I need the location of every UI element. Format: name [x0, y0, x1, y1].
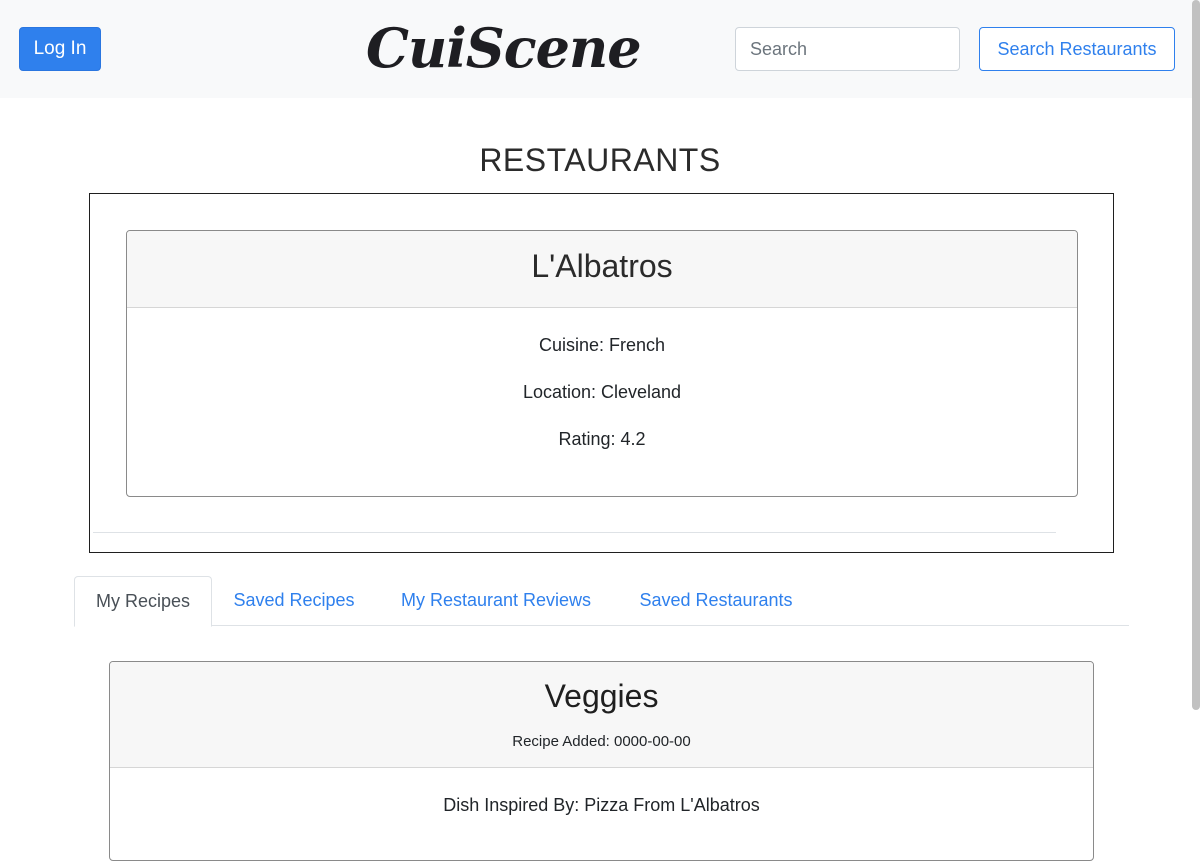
- recipe-date: Recipe Added: 0000-00-00: [512, 733, 691, 750]
- restaurant-card[interactable]: L'Albatros Cuisine: French Location: Cle…: [126, 230, 1078, 497]
- search-input[interactable]: [735, 27, 960, 71]
- recipe-card[interactable]: Veggies Recipe Added: 0000-00-00 Dish In…: [109, 661, 1094, 861]
- divider: [93, 532, 1056, 533]
- scrollbar-thumb[interactable]: [1192, 0, 1200, 710]
- restaurant-cuisine: Cuisine: French: [538, 335, 666, 355]
- recipe-card-header: Veggies Recipe Added: 0000-00-00: [110, 662, 1093, 768]
- brand-logo[interactable]: CuiScene: [366, 8, 642, 88]
- restaurant-details: Cuisine: French Location: Cleveland Rati…: [127, 308, 1077, 475]
- tab-saved-recipes[interactable]: Saved Recipes: [214, 576, 374, 626]
- login-button[interactable]: Log In: [19, 27, 101, 71]
- restaurant-name: L'Albatros: [127, 231, 1077, 308]
- tab-my-restaurant-reviews[interactable]: My Restaurant Reviews: [386, 576, 606, 626]
- tab-my-recipes[interactable]: My Recipes: [74, 576, 212, 627]
- profile-tabs: My Recipes Saved Recipes My Restaurant R…: [74, 576, 1129, 627]
- restaurant-rating: Rating: 4.2: [558, 429, 646, 449]
- recipe-title: Veggies: [544, 678, 659, 714]
- search-restaurants-button[interactable]: Search Restaurants: [979, 27, 1175, 71]
- recipe-inspired-by: Dish Inspired By: Pizza From L'Albatros: [443, 795, 760, 815]
- page-title: RESTAURANTS: [479, 142, 721, 178]
- restaurants-container: L'Albatros Cuisine: French Location: Cle…: [89, 193, 1114, 553]
- tab-saved-restaurants[interactable]: Saved Restaurants: [624, 576, 808, 626]
- restaurant-location: Location: Cleveland: [522, 382, 682, 402]
- navbar: Log In CuiScene Search Restaurants: [0, 0, 1200, 98]
